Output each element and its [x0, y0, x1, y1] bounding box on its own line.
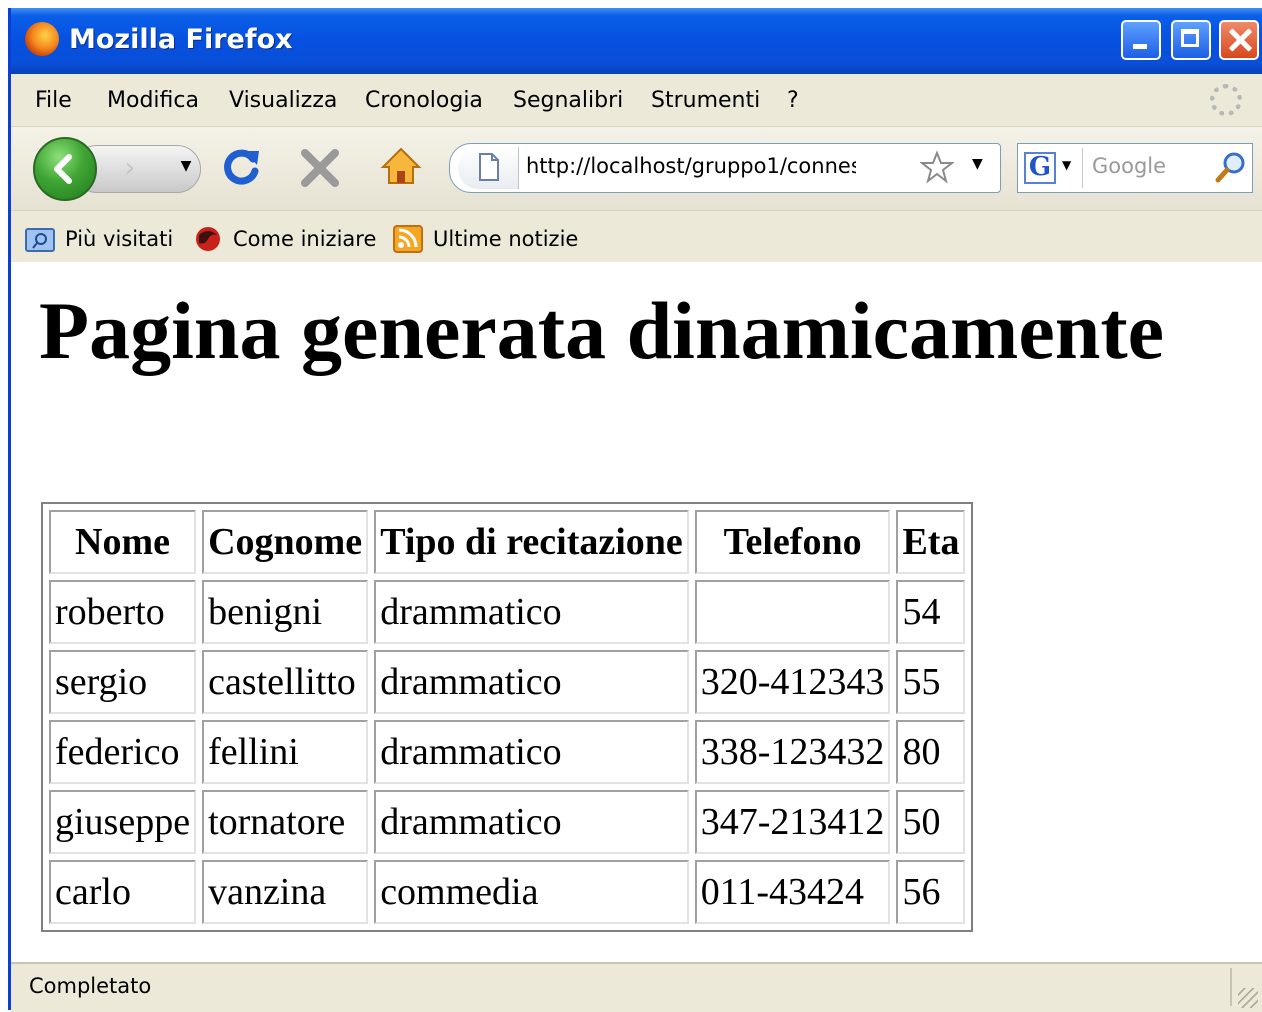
- cell-telefono: [694, 580, 891, 644]
- cell-cognome: castellitto: [202, 650, 369, 714]
- actors-table: Nome Cognome Tipo di recitazione Telefon…: [41, 502, 974, 932]
- table-row: giuseppe tornatore drammatico 347-213412…: [49, 790, 966, 854]
- home-button[interactable]: [379, 145, 423, 189]
- table-row: sergio castellitto drammatico 320-412343…: [49, 650, 966, 714]
- back-arrow-icon: [54, 154, 72, 184]
- bookmark-label: Ultime notizie: [433, 227, 579, 251]
- menu-file[interactable]: File: [35, 88, 72, 113]
- column-header-nome: Nome: [49, 510, 197, 574]
- engine-dropdown-icon: ▼: [1062, 158, 1072, 172]
- cell-cognome: benigni: [202, 580, 369, 644]
- column-header-tipo: Tipo di recitazione: [374, 510, 689, 574]
- window-title: Mozilla Firefox: [69, 24, 293, 55]
- bookmarks-toolbar: Più visitati Come iniziare Ultime notizi…: [11, 210, 1262, 263]
- site-identity-button[interactable]: [458, 147, 519, 189]
- cell-telefono: 320-412343: [694, 650, 891, 714]
- bookmark-come-iniziare[interactable]: Come iniziare: [193, 225, 393, 255]
- google-engine-icon: G: [1024, 152, 1056, 184]
- home-icon: [380, 147, 422, 184]
- search-engine-selector[interactable]: G ▼: [1022, 148, 1083, 188]
- cell-tipo: drammatico: [374, 650, 689, 714]
- firefox-bookmark-icon: [196, 227, 220, 251]
- reload-icon: [224, 149, 259, 185]
- browser-window: Mozilla Firefox File Modifica Visualizza…: [8, 8, 1262, 1012]
- url-dropdown-icon[interactable]: ▼: [972, 156, 983, 172]
- cell-nome: giuseppe: [49, 790, 197, 854]
- smart-folder-icon: [25, 228, 55, 252]
- column-header-eta: Eta: [896, 510, 966, 574]
- cell-nome: federico: [49, 720, 197, 784]
- search-input[interactable]: Google: [1092, 154, 1166, 178]
- resize-grip-icon[interactable]: [1238, 988, 1258, 1008]
- page-icon: [479, 153, 499, 181]
- bookmark-label: Più visitati: [65, 227, 174, 251]
- menu-segnalibri[interactable]: Segnalibri: [513, 88, 623, 113]
- back-forward-group: › ▼: [33, 137, 203, 201]
- page-content: Pagina generata dinamicamente Nome Cogno…: [11, 262, 1262, 962]
- cell-telefono: 011-43424: [694, 860, 891, 924]
- cell-eta: 55: [896, 650, 966, 714]
- url-bar[interactable]: http://localhost/gruppo1/connessione ▼: [449, 143, 1001, 193]
- menu-visualizza[interactable]: Visualizza: [229, 88, 337, 113]
- cell-tipo: commedia: [374, 860, 689, 924]
- table-header-row: Nome Cognome Tipo di recitazione Telefon…: [49, 510, 966, 574]
- cell-eta: 50: [896, 790, 966, 854]
- column-header-telefono: Telefono: [694, 510, 891, 574]
- firefox-logo-icon: [25, 22, 59, 56]
- cell-nome: sergio: [49, 650, 197, 714]
- close-button[interactable]: [1219, 20, 1259, 60]
- column-header-cognome: Cognome: [202, 510, 369, 574]
- cell-eta: 56: [896, 860, 966, 924]
- bookmark-piu-visitati[interactable]: Più visitati: [25, 225, 185, 255]
- cell-eta: 54: [896, 580, 966, 644]
- status-text: Completato: [29, 974, 152, 998]
- cell-tipo: drammatico: [374, 580, 689, 644]
- cell-telefono: 338-123432: [694, 720, 891, 784]
- bookmark-label: Come iniziare: [233, 227, 377, 251]
- menu-help[interactable]: ?: [787, 88, 799, 113]
- stop-icon: [301, 149, 339, 187]
- table-row: federico fellini drammatico 338-123432 8…: [49, 720, 966, 784]
- status-bar: Completato: [11, 962, 1262, 1012]
- forward-arrow-icon[interactable]: ›: [115, 153, 145, 183]
- cell-telefono: 347-213412: [694, 790, 891, 854]
- history-dropdown-icon[interactable]: ▼: [175, 155, 197, 177]
- cell-cognome: fellini: [202, 720, 369, 784]
- rss-feed-icon: [393, 225, 423, 253]
- cell-tipo: drammatico: [374, 720, 689, 784]
- maximize-button[interactable]: [1171, 20, 1211, 60]
- menu-modifica[interactable]: Modifica: [107, 88, 199, 113]
- bookmark-star-icon[interactable]: [920, 150, 954, 184]
- activity-throbber-icon: [1210, 84, 1242, 116]
- page-heading: Pagina generata dinamicamente: [39, 285, 1165, 376]
- minimize-button[interactable]: [1121, 20, 1161, 60]
- url-input[interactable]: http://localhost/gruppo1/connessione: [526, 154, 856, 178]
- back-button[interactable]: [33, 137, 97, 201]
- cell-cognome: vanzina: [202, 860, 369, 924]
- cell-nome: roberto: [49, 580, 197, 644]
- search-icon[interactable]: [1214, 150, 1248, 184]
- cell-cognome: tornatore: [202, 790, 369, 854]
- reload-button[interactable]: [219, 145, 263, 189]
- navigation-toolbar: › ▼ http://localhost/gruppo1/conne ▼ G ▼…: [11, 126, 1262, 211]
- table-row: carlo vanzina commedia 011-43424 56: [49, 860, 966, 924]
- stop-button[interactable]: [299, 147, 341, 189]
- search-bar[interactable]: G ▼ Google: [1017, 143, 1253, 193]
- cell-nome: carlo: [49, 860, 197, 924]
- menu-strumenti[interactable]: Strumenti: [651, 88, 760, 113]
- cell-eta: 80: [896, 720, 966, 784]
- menu-bar: File Modifica Visualizza Cronologia Segn…: [11, 74, 1262, 126]
- menu-cronologia[interactable]: Cronologia: [365, 88, 483, 113]
- cell-tipo: drammatico: [374, 790, 689, 854]
- status-divider: [1230, 968, 1232, 1006]
- title-bar: Mozilla Firefox: [11, 8, 1262, 74]
- bookmark-ultime-notizie[interactable]: Ultime notizie: [393, 225, 593, 255]
- table-row: roberto benigni drammatico 54: [49, 580, 966, 644]
